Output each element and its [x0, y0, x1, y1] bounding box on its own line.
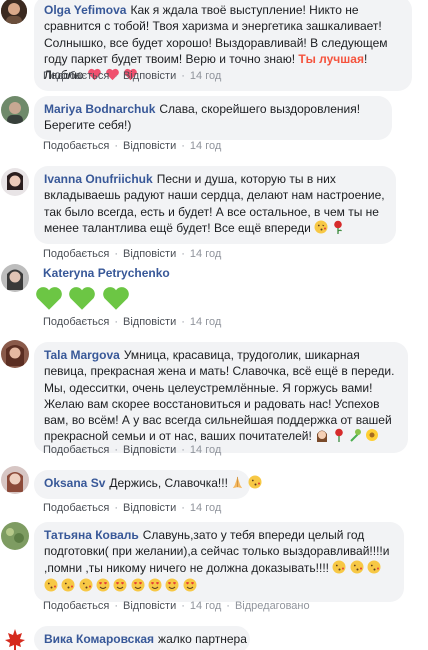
like-link[interactable]: Подобається	[43, 316, 109, 328]
sunflower-icon	[365, 428, 379, 446]
kissing-face-icon	[314, 220, 328, 238]
comment-bubble: Татьяна Коваль Славунь,зато у тебя вперед…	[34, 522, 404, 603]
comment-highlight: Ты лучшая	[298, 51, 364, 66]
heart-eyes-icon	[183, 578, 197, 596]
comment-text: Держись, Славочка!!!	[109, 476, 228, 490]
comment-time[interactable]: 14 год	[190, 248, 221, 260]
comment-bubble: Oksana Sv Держись, Славочка!!!	[34, 470, 262, 500]
avatar[interactable]	[1, 264, 29, 292]
reply-link[interactable]: Відповісти	[123, 140, 176, 152]
like-link[interactable]: Подобається	[43, 140, 109, 152]
heart-eyes-icon	[131, 578, 145, 596]
reply-link[interactable]: Відповісти	[123, 600, 176, 612]
heart-eyes-icon	[165, 578, 179, 596]
comment-bubble: Mariya Bodnarchuk Слава, скорейшего выздо…	[34, 96, 392, 140]
comment-bubble: Ivanna Onufriichuk Песни и душа, которую …	[34, 166, 396, 245]
comment-actions: Подобається · Відповісти · 14 год · Відредагов…	[43, 600, 310, 612]
comment-time[interactable]: 14 год	[190, 502, 221, 514]
avatar[interactable]	[1, 340, 29, 368]
comment-author[interactable]: Oksana Sv	[44, 476, 105, 490]
kissing-face-icon	[79, 578, 93, 596]
edited-label[interactable]: Відредаговано	[235, 600, 310, 612]
comment-time[interactable]: 14 год	[190, 70, 221, 82]
comment-actions: Подобається · Відповісти · 14 год	[43, 140, 222, 152]
avatar[interactable]	[1, 466, 29, 494]
comment-actions: Подобається · Відповісти · 14 год	[43, 502, 222, 514]
green-heart-icon	[34, 287, 64, 315]
comment-actions: Подобається · Відповісти · 14 год	[43, 444, 222, 456]
woman-face-icon	[315, 428, 329, 446]
kissing-face-icon	[44, 578, 58, 596]
like-link[interactable]: Подобається	[43, 600, 109, 612]
comment-actions: Подобається · Відповісти · 14 год	[43, 70, 222, 82]
green-heart-icon	[67, 287, 97, 315]
like-link[interactable]: Подобається	[43, 444, 109, 456]
like-link[interactable]: Подобається	[43, 502, 109, 514]
comment-author[interactable]: Вика Комаровская	[44, 632, 154, 646]
comment-bubble: Вика Комаровская жалко партнера	[34, 626, 250, 650]
kissing-face-icon	[61, 578, 75, 596]
comment-bubble: Tala Margova Умница, красавица, трудоголи…	[34, 342, 408, 453]
comment-actions: Подобається · Відповісти · 14 год	[43, 248, 222, 260]
reply-link[interactable]: Відповісти	[123, 316, 176, 328]
avatar[interactable]	[1, 168, 29, 196]
heart-eyes-icon	[96, 578, 110, 596]
bouquet-icon	[348, 428, 362, 446]
kissing-face-icon	[350, 560, 364, 578]
comment-text: жалко партнера	[158, 632, 247, 646]
green-hearts	[34, 285, 131, 315]
green-heart-icon	[101, 287, 131, 315]
avatar[interactable]	[1, 522, 29, 550]
comment-time[interactable]: 14 год	[190, 316, 221, 328]
praying-hands-icon	[231, 476, 244, 493]
comment-author[interactable]: Татьяна Коваль	[44, 528, 139, 542]
comment-author[interactable]: Ivanna Onufriichuk	[44, 172, 153, 186]
comment-author[interactable]: Tala Margova	[44, 348, 120, 362]
comment-author[interactable]: Kateryna Petrychenko	[43, 266, 170, 280]
heart-eyes-icon	[148, 578, 162, 596]
kissing-face-icon	[367, 560, 381, 578]
reply-link[interactable]: Відповісти	[123, 70, 176, 82]
comment-time[interactable]: 14 год	[190, 444, 221, 456]
reply-link[interactable]: Відповісти	[123, 248, 176, 260]
kissing-face-icon	[332, 560, 346, 578]
comment-actions: Подобається · Відповісти · 14 год	[43, 316, 222, 328]
comment-time[interactable]: 14 год	[190, 600, 221, 612]
maple-leaf-avatar[interactable]	[1, 626, 29, 650]
like-link[interactable]: Подобається	[43, 70, 109, 82]
comment-author[interactable]: Olga Yefimova	[44, 3, 126, 17]
avatar[interactable]	[1, 0, 27, 24]
reply-link[interactable]: Відповісти	[123, 444, 176, 456]
rose-icon	[333, 428, 345, 446]
reply-link[interactable]: Відповісти	[123, 502, 176, 514]
rose-icon	[332, 220, 344, 238]
kissing-face-icon	[248, 475, 262, 493]
heart-eyes-icon	[113, 578, 127, 596]
comment-time[interactable]: 14 год	[190, 140, 221, 152]
like-link[interactable]: Подобається	[43, 248, 109, 260]
avatar[interactable]	[1, 96, 29, 124]
comment-author[interactable]: Mariya Bodnarchuk	[44, 102, 155, 116]
